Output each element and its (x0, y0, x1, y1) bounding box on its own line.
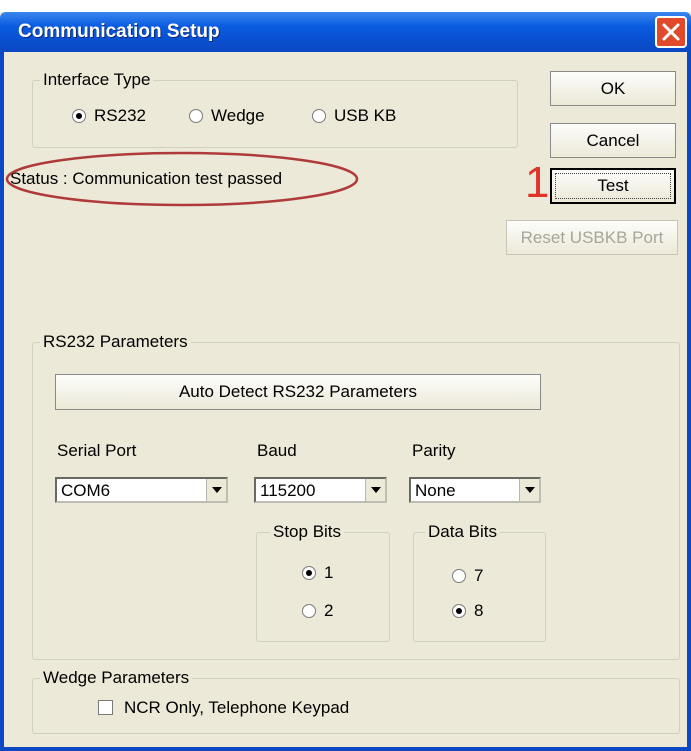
baud-select[interactable]: 115200 (254, 477, 387, 503)
cancel-button-label: Cancel (586, 131, 640, 150)
radio-stop-bits-1-label[interactable]: 1 (324, 563, 333, 583)
ncr-only-checkbox-label[interactable]: NCR Only, Telephone Keypad (124, 698, 349, 718)
serial-port-dropdown-button[interactable] (206, 479, 226, 501)
radio-data-bits-8-label[interactable]: 8 (474, 601, 483, 621)
parity-select[interactable]: None (409, 477, 541, 503)
cancel-button[interactable]: Cancel (550, 123, 676, 158)
parity-value: None (415, 481, 456, 500)
auto-detect-rs232-label: Auto Detect RS232 Parameters (178, 382, 418, 401)
chevron-down-icon (371, 487, 381, 493)
radio-stop-bits-2[interactable] (302, 604, 316, 618)
data-bits-legend: Data Bits (425, 522, 500, 542)
data-bits-group (413, 532, 546, 642)
serial-port-select[interactable]: COM6 (55, 477, 228, 503)
baud-dropdown-button[interactable] (365, 479, 385, 501)
serial-port-value: COM6 (61, 481, 111, 500)
parity-label: Parity (412, 441, 456, 460)
radio-rs232[interactable] (72, 109, 86, 123)
radio-wedge[interactable] (189, 109, 203, 123)
status-highlight-oval (5, 151, 359, 207)
interface-type-legend: Interface Type (40, 70, 154, 90)
stop-bits-group (256, 532, 390, 642)
radio-data-bits-7-label[interactable]: 7 (474, 566, 483, 586)
close-icon (662, 23, 680, 41)
radio-data-bits-7[interactable] (452, 569, 466, 583)
rs232-parameters-legend: RS232 Parameters (40, 332, 191, 352)
reset-usbkb-port-label: Reset USBKB Port (520, 228, 664, 247)
stop-bits-legend: Stop Bits (270, 522, 345, 542)
chevron-down-icon (525, 487, 535, 493)
top-strip (0, 0, 691, 12)
parity-dropdown-button[interactable] (519, 479, 539, 501)
reset-usbkb-port-button: Reset USBKB Port (506, 220, 678, 255)
radio-stop-bits-1[interactable] (302, 566, 316, 580)
window-frame-right (687, 52, 691, 751)
ok-button[interactable]: OK (550, 71, 676, 106)
baud-label: Baud (257, 441, 297, 460)
chevron-down-icon (212, 487, 222, 493)
close-button[interactable] (655, 16, 687, 48)
ncr-only-checkbox[interactable] (98, 700, 113, 715)
annotation-marker: 1 (525, 158, 550, 207)
test-button[interactable]: Test (550, 168, 676, 204)
radio-usb-kb[interactable] (312, 109, 326, 123)
radio-usb-kb-label[interactable]: USB KB (334, 106, 396, 126)
window-title: Communication Setup (18, 21, 220, 42)
ok-button-label: OK (600, 79, 626, 98)
radio-data-bits-8[interactable] (452, 604, 466, 618)
window-frame-bottom (0, 747, 691, 751)
dialog-window: Communication Setup Interface Type RS232… (0, 0, 691, 751)
test-button-label: Test (597, 176, 629, 195)
auto-detect-rs232-button[interactable]: Auto Detect RS232 Parameters (55, 374, 541, 410)
wedge-parameters-legend: Wedge Parameters (40, 668, 193, 688)
serial-port-label: Serial Port (57, 441, 137, 460)
baud-value: 115200 (260, 481, 316, 500)
radio-wedge-label[interactable]: Wedge (211, 106, 265, 126)
radio-stop-bits-2-label[interactable]: 2 (324, 601, 333, 621)
radio-rs232-label[interactable]: RS232 (94, 106, 146, 126)
